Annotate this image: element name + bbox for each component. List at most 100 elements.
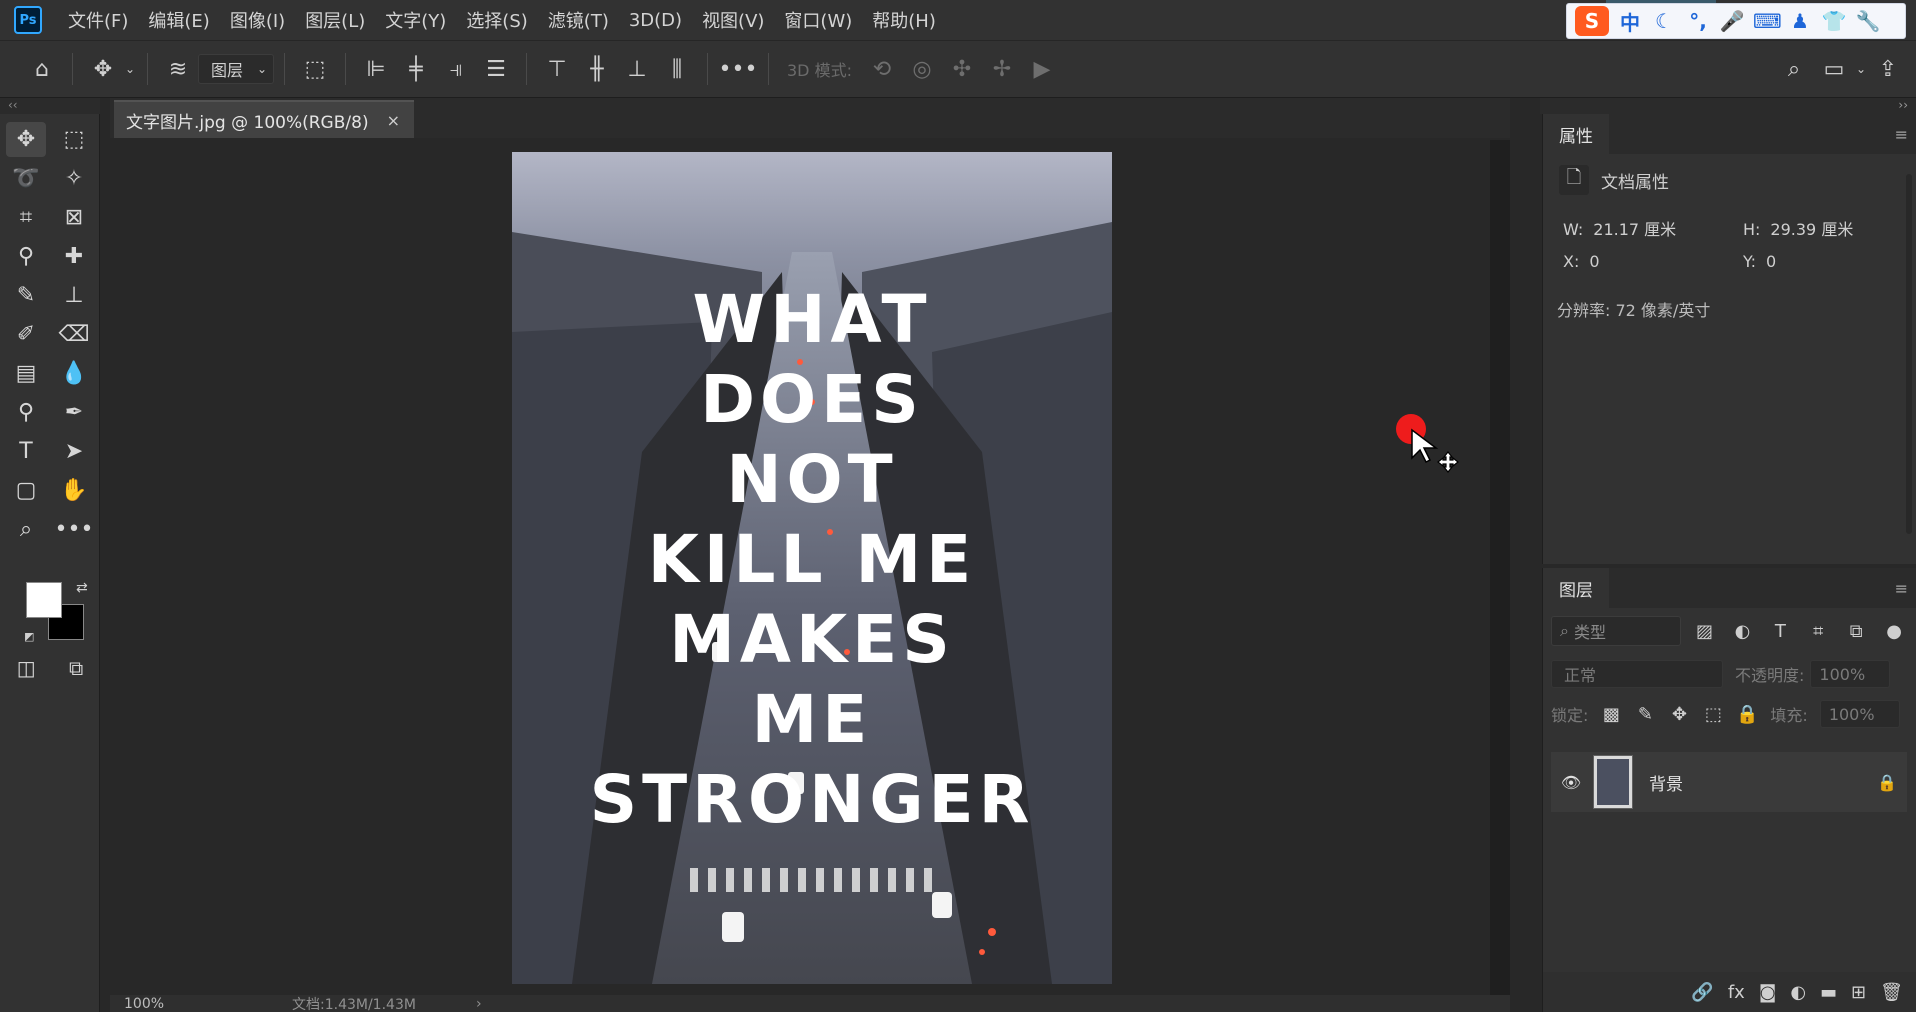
- align-left-icon[interactable]: ⊫: [356, 57, 396, 82]
- tab-properties[interactable]: 属性: [1543, 114, 1609, 154]
- close-icon[interactable]: ×: [387, 111, 400, 130]
- width-field[interactable]: W: 21.17 厘米: [1563, 216, 1743, 240]
- poster-image[interactable]: WHAT DOES NOT KILL ME MAKES ME STRONGER: [512, 152, 1112, 984]
- chevron-down-icon[interactable]: ⌄: [123, 62, 137, 76]
- 3d-slide-icon[interactable]: ✢: [982, 57, 1022, 82]
- menu-type[interactable]: 文字(Y): [385, 7, 446, 33]
- foreground-color[interactable]: [26, 582, 62, 618]
- adjustment-layer-icon[interactable]: ◐: [1790, 982, 1806, 1003]
- ime-logo[interactable]: S: [1575, 6, 1609, 36]
- panel-menu-icon[interactable]: ≡: [1895, 125, 1908, 144]
- lock-transparency-icon[interactable]: ▩: [1600, 704, 1622, 725]
- lock-artboard-icon[interactable]: ⬚: [1702, 704, 1724, 725]
- ime-shirt-icon[interactable]: 👕: [1821, 9, 1847, 33]
- fill-input[interactable]: 100%: [1819, 700, 1900, 728]
- brush-tool-icon[interactable]: ✎: [2, 276, 50, 315]
- blend-mode-select[interactable]: 正常: [1551, 660, 1723, 688]
- fx-icon[interactable]: fx: [1728, 982, 1745, 1003]
- home-icon[interactable]: ⌂: [22, 57, 62, 82]
- blur-tool-icon[interactable]: 💧: [50, 354, 98, 393]
- gradient-tool-icon[interactable]: ▤: [2, 354, 50, 393]
- search-icon[interactable]: ⌕: [1774, 57, 1814, 82]
- swap-colors-icon[interactable]: ⇄: [76, 580, 88, 596]
- align-right-icon[interactable]: ⫣: [436, 57, 476, 82]
- filter-smart-object-icon[interactable]: ⧉: [1842, 621, 1870, 642]
- menu-file[interactable]: 文件(F): [68, 7, 128, 33]
- transform-controls-icon[interactable]: ⬚: [295, 57, 335, 82]
- crop-tool-icon[interactable]: ⌗: [2, 198, 50, 237]
- lock-position-icon[interactable]: ✥: [1668, 704, 1690, 725]
- menu-image[interactable]: 图像(I): [230, 7, 285, 33]
- visibility-eye-icon[interactable]: 👁: [1551, 773, 1591, 792]
- properties-scrollbar[interactable]: [1906, 174, 1912, 534]
- auto-select-dropdown[interactable]: 图层 ⌄: [198, 54, 274, 84]
- pen-tool-icon[interactable]: ✒: [50, 393, 98, 432]
- x-field[interactable]: X: 0: [1563, 252, 1743, 271]
- 3d-orbit-icon[interactable]: ⟲: [862, 57, 902, 82]
- zoom-tool-icon[interactable]: ⌕: [2, 510, 50, 549]
- move-tool-icon[interactable]: ✥: [6, 122, 46, 157]
- eyedropper-icon[interactable]: ⚲: [2, 237, 50, 276]
- ime-mic-icon[interactable]: 🎤: [1719, 9, 1745, 33]
- ime-chinese-mode-icon[interactable]: 中: [1617, 7, 1643, 36]
- workspace-icon[interactable]: ▭: [1814, 57, 1854, 82]
- ime-person-icon[interactable]: ♟: [1787, 9, 1813, 33]
- filter-adjustment-icon[interactable]: ◐: [1728, 621, 1756, 642]
- menu-view[interactable]: 视图(V): [702, 7, 764, 33]
- magic-wand-icon[interactable]: ✧: [50, 159, 98, 198]
- shape-tool-icon[interactable]: ▢: [2, 471, 50, 510]
- menu-layer[interactable]: 图层(L): [305, 7, 365, 33]
- chevron-down-icon[interactable]: ⌄: [1854, 62, 1868, 76]
- ime-wrench-icon[interactable]: 🔧: [1855, 9, 1881, 33]
- align-top-icon[interactable]: ⊤: [537, 57, 577, 82]
- distribute-vertical-icon[interactable]: ⫼: [657, 57, 697, 82]
- align-center-icon[interactable]: ╪: [396, 57, 436, 82]
- healing-brush-icon[interactable]: ✚: [50, 237, 98, 276]
- filter-type-icon[interactable]: T: [1766, 621, 1794, 642]
- layer-lock-icon[interactable]: 🔒: [1867, 773, 1907, 792]
- hand-tool-icon[interactable]: ✋: [50, 471, 98, 510]
- quick-mask-icon[interactable]: ◫: [17, 656, 36, 680]
- more-options-icon[interactable]: •••: [718, 57, 758, 82]
- menu-edit[interactable]: 编辑(E): [148, 7, 209, 33]
- lasso-tool-icon[interactable]: ➰: [2, 159, 50, 198]
- eraser-tool-icon[interactable]: ⌫: [50, 315, 98, 354]
- height-field[interactable]: H: 29.39 厘米: [1743, 216, 1916, 240]
- filter-shape-icon[interactable]: ⌗: [1804, 621, 1832, 642]
- default-colors-icon[interactable]: ◩: [24, 630, 34, 643]
- add-mask-icon[interactable]: ◙: [1759, 982, 1776, 1003]
- menu-3d[interactable]: 3D(D): [629, 10, 682, 31]
- type-tool-icon[interactable]: T: [2, 432, 50, 471]
- layer-filter-select[interactable]: ⌕ 类型: [1551, 616, 1681, 646]
- frame-tool-icon[interactable]: ⊠: [50, 198, 98, 237]
- ime-keyboard-icon[interactable]: ⌨: [1753, 9, 1782, 33]
- auto-select-layers-icon[interactable]: ≋: [158, 57, 198, 82]
- stamp-tool-icon[interactable]: ⊥: [50, 276, 98, 315]
- ime-moon-icon[interactable]: ☾: [1651, 9, 1677, 33]
- align-bottom-icon[interactable]: ⊥: [617, 57, 657, 82]
- screen-mode-icon[interactable]: ⧉: [69, 656, 83, 680]
- layer-item-background[interactable]: 👁 背景 🔒: [1551, 752, 1907, 812]
- panels-collapse[interactable]: ››: [1540, 98, 1916, 114]
- status-menu-arrow[interactable]: ›: [476, 996, 482, 1012]
- panel-menu-icon[interactable]: ≡: [1895, 579, 1908, 598]
- delete-layer-icon[interactable]: 🗑: [1880, 982, 1903, 1003]
- menu-window[interactable]: 窗口(W): [784, 7, 852, 33]
- more-tools-icon[interactable]: •••: [50, 510, 98, 549]
- zoom-level[interactable]: 100%: [110, 996, 186, 1012]
- filter-toggle-icon[interactable]: ●: [1880, 621, 1908, 642]
- history-brush-icon[interactable]: ✐: [2, 315, 50, 354]
- menu-help[interactable]: 帮助(H): [872, 7, 936, 33]
- share-icon[interactable]: ⇪: [1868, 57, 1908, 82]
- move-tool-icon[interactable]: ✥: [83, 57, 123, 82]
- document-tab[interactable]: 文字图片.jpg @ 100%(RGB/8) ×: [114, 100, 414, 138]
- y-field[interactable]: Y: 0: [1743, 252, 1916, 271]
- lock-all-icon[interactable]: 🔒: [1736, 704, 1758, 725]
- 3d-scale-icon[interactable]: ▶: [1022, 57, 1062, 82]
- dodge-tool-icon[interactable]: ⚲: [2, 393, 50, 432]
- menu-filter[interactable]: 滤镜(T): [548, 7, 609, 33]
- align-middle-icon[interactable]: ╫: [577, 57, 617, 82]
- 3d-roll-icon[interactable]: ◎: [902, 57, 942, 82]
- ime-punctuation-icon[interactable]: °,: [1685, 9, 1711, 33]
- new-group-icon[interactable]: ▬: [1820, 982, 1837, 1003]
